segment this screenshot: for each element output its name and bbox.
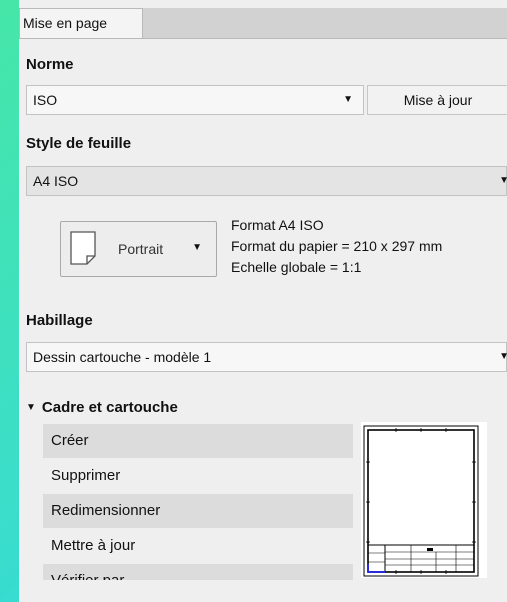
page-icon [70, 231, 96, 265]
style-feuille-select[interactable]: A4 ISO ▼ [26, 166, 507, 196]
chevron-down-icon: ▼ [192, 242, 202, 253]
style-feuille-label: Style de feuille [26, 135, 132, 152]
chevron-down-icon: ▼ [499, 351, 507, 362]
list-item-mettre-a-jour[interactable]: Mettre à jour [43, 529, 353, 563]
list-item-verifier-par[interactable]: Vérifier par [43, 564, 353, 580]
triangle-down-icon: ▼ [26, 402, 36, 413]
habillage-value: Dessin cartouche - modèle 1 [33, 349, 212, 365]
style-feuille-value: A4 ISO [33, 173, 79, 189]
cadre-actions-list: Créer Supprimer Redimensionner Mettre à … [43, 424, 353, 580]
sheet-preview [361, 422, 487, 578]
update-button[interactable]: Mise à jour [367, 85, 507, 115]
chevron-down-icon: ▼ [499, 175, 507, 186]
orientation-button[interactable]: Portrait ▼ [60, 221, 217, 277]
tab-mise-en-page[interactable]: Mise en page [19, 8, 143, 38]
cadre-expander[interactable]: ▼ Cadre et cartouche [26, 399, 178, 416]
sheet-preview-drawing [363, 425, 479, 577]
norme-value: ISO [33, 92, 58, 108]
orientation-label: Portrait [118, 241, 164, 257]
scale-info: Echelle globale = 1:1 [231, 259, 362, 275]
chevron-down-icon: ▼ [343, 94, 353, 105]
norme-select[interactable]: ISO ▼ [26, 85, 364, 115]
norme-label: Norme [26, 56, 74, 73]
format-info: Format A4 ISO [231, 217, 324, 233]
page-setup-panel: Mise en page Norme ISO ▼ Mise à jour Sty… [19, 0, 507, 602]
habillage-label: Habillage [26, 312, 93, 329]
paper-size-info: Format du papier = 210 x 297 mm [231, 238, 443, 254]
tab-bar: Mise en page [19, 8, 507, 39]
habillage-select[interactable]: Dessin cartouche - modèle 1 ▼ [26, 342, 507, 372]
list-item-creer[interactable]: Créer [43, 424, 353, 458]
list-item-redimensionner[interactable]: Redimensionner [43, 494, 353, 528]
cadre-label: Cadre et cartouche [41, 399, 178, 416]
list-item-supprimer[interactable]: Supprimer [43, 459, 353, 493]
